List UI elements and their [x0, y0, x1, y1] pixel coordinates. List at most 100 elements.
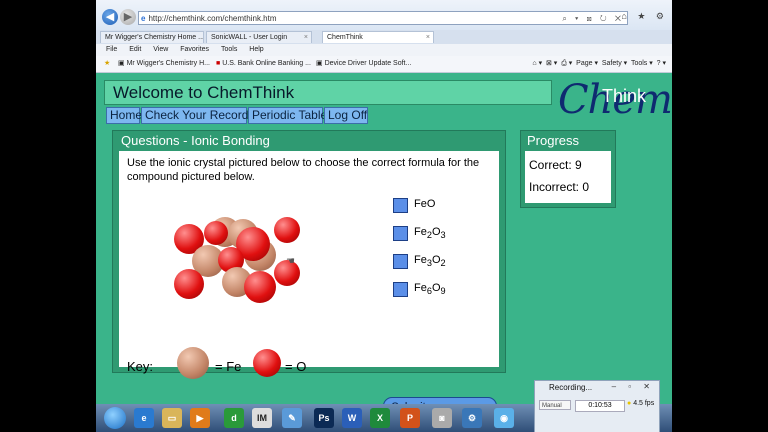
o-atom-icon [253, 349, 281, 377]
recording-title: Recording... [549, 383, 593, 392]
correct-label: Correct: [529, 158, 572, 172]
photoshop-taskbar-icon[interactable]: Ps [314, 408, 334, 428]
welcome-banner: Welcome to ChemThink [104, 80, 552, 105]
menu-file[interactable]: File [106, 46, 117, 53]
tools-menu[interactable]: Tools ▾ [631, 60, 653, 67]
favorite-label: Mr Wigger's Chemistry H... [126, 60, 210, 67]
option-label: FeO [414, 198, 435, 210]
key-o-label: = O [285, 359, 307, 374]
tab-sonicwall[interactable]: SonicWALL - User Login × [206, 31, 312, 43]
incorrect-row: Incorrect: 0 [529, 180, 589, 194]
tab-label: SonicWALL - User Login [211, 34, 288, 41]
ie-page-icon: e [141, 14, 146, 23]
folder-taskbar-icon[interactable]: ▭ [162, 408, 182, 428]
home-icon[interactable]: ⌂ ▾ [532, 60, 542, 67]
address-tools-icon[interactable]: ⌕ ▾ ⊠ ↻ ✕ [562, 12, 624, 26]
window-controls[interactable]: ⌂ ★ ⚙ [621, 11, 668, 22]
nav-home[interactable]: Home [106, 107, 142, 124]
address-bar[interactable]: e http://chemthink.com/chemthink.htm ⌕ ▾ … [138, 11, 628, 25]
o-atom [244, 271, 276, 303]
notes-taskbar-icon[interactable]: ✎ [282, 408, 302, 428]
logo-think: Think [602, 86, 647, 106]
favorite-mr-wigger[interactable]: ▣ Mr Wigger's Chemistry H... [118, 56, 210, 72]
recording-window-controls[interactable]: – ▫ ✕ [612, 382, 655, 391]
key-label: Key: [127, 359, 154, 374]
safety-menu[interactable]: Safety ▾ [602, 60, 627, 67]
option-checkbox[interactable] [393, 226, 408, 241]
forward-button[interactable]: ▶ [120, 9, 136, 25]
screen: ◀ ▶ e http://chemthink.com/chemthink.htm … [96, 0, 672, 432]
formula-sub: 2 [440, 258, 446, 269]
formula-part: O [431, 282, 441, 294]
tab-chemthink[interactable]: ChemThink × [322, 31, 434, 43]
menu-tools[interactable]: Tools [221, 46, 237, 53]
recording-time: 0:10:53 [575, 400, 625, 412]
recording-fps: ● 4.5 fps [627, 400, 654, 407]
nav-check-records[interactable]: Check Your Records [141, 107, 254, 124]
incorrect-label: Incorrect: [529, 180, 580, 194]
formula-part: Fe [414, 282, 427, 294]
formula-part: O [431, 226, 441, 238]
incorrect-count: 0 [582, 180, 590, 194]
address-text: http://chemthink.com/chemthink.htm [148, 14, 277, 23]
im-taskbar-icon[interactable]: IM [252, 408, 272, 428]
menu-favorites[interactable]: Favorites [180, 46, 209, 53]
menu-bar: File Edit View Favorites Tools Help [96, 44, 672, 56]
media-taskbar-icon[interactable]: ▶ [190, 408, 210, 428]
hand-cursor-icon: ☚ [286, 256, 295, 267]
excel-taskbar-icon[interactable]: X [370, 408, 390, 428]
tab-label: Mr Wigger's Chemistry Home ... [105, 34, 204, 41]
print-icon[interactable]: ⎙ ▾ [561, 60, 572, 67]
close-icon[interactable]: × [304, 32, 308, 43]
option-checkbox[interactable] [393, 282, 408, 297]
recording-mode-select[interactable]: Manual [539, 400, 571, 410]
option-checkbox[interactable] [393, 198, 408, 213]
question-heading: Questions - Ionic Bonding [121, 133, 270, 148]
ionic-crystal-image [174, 217, 300, 309]
favorite-label: U.S. Bank Online Banking ... [222, 60, 311, 67]
option-label: Fe3O2 [414, 254, 446, 268]
question-text: Use the ionic crystal pictured below to … [127, 157, 480, 183]
recorder-taskbar-icon[interactable]: ◉ [494, 408, 514, 428]
menu-edit[interactable]: Edit [129, 46, 141, 53]
key-fe-label: = Fe [215, 359, 242, 374]
formula-text: FeO [414, 198, 436, 210]
o-atom [174, 269, 204, 299]
favorites-star-icon[interactable]: ★ [104, 56, 110, 72]
nav-log-off[interactable]: Log Off [324, 107, 368, 124]
shield-icon: ■ [216, 60, 221, 67]
page-menu[interactable]: Page ▾ [576, 60, 598, 67]
camera-taskbar-icon[interactable]: ◙ [432, 408, 452, 428]
recording-window: Recording... – ▫ ✕ Manual 0:10:53 ● 4.5 … [534, 380, 660, 432]
formula-sub: 3 [440, 230, 446, 241]
fe-atom-icon [177, 347, 209, 379]
menu-help[interactable]: Help [249, 46, 263, 53]
favorites-bar: ★ ▣ Mr Wigger's Chemistry H... ■ U.S. Ba… [96, 56, 672, 73]
close-icon[interactable]: × [426, 32, 430, 43]
back-button[interactable]: ◀ [102, 9, 118, 25]
browser-titlebar: ◀ ▶ e http://chemthink.com/chemthink.htm … [96, 0, 672, 31]
formula-part: Fe [414, 226, 427, 238]
o-atom [274, 217, 300, 243]
favorite-label: Device Driver Update Soft... [324, 60, 412, 67]
feeds-icon[interactable]: ⊠ ▾ [546, 60, 557, 67]
favorite-us-bank[interactable]: ■ U.S. Bank Online Banking ... [216, 56, 311, 72]
ie-taskbar-icon[interactable]: e [134, 408, 154, 428]
powerpoint-taskbar-icon[interactable]: P [400, 408, 420, 428]
tab-mr-wigger[interactable]: Mr Wigger's Chemistry Home ... [100, 31, 204, 43]
progress-heading: Progress [527, 133, 580, 148]
favorite-device-driver[interactable]: ▣ Device Driver Update Soft... [316, 56, 411, 72]
fps-value: 4.5 fps [633, 400, 655, 407]
option-label: Fe6O9 [414, 282, 446, 296]
option-label: Fe2O3 [414, 226, 446, 240]
menu-view[interactable]: View [153, 46, 168, 53]
progress-panel: Progress Correct: 9 Incorrect: 0 [520, 130, 616, 208]
start-button[interactable] [104, 407, 126, 429]
word-taskbar-icon[interactable]: W [342, 408, 362, 428]
fps-icon: ● [627, 400, 632, 407]
option-checkbox[interactable] [393, 254, 408, 269]
app-taskbar-icon[interactable]: d [224, 408, 244, 428]
tools-taskbar-icon[interactable]: ⚙ [462, 408, 482, 428]
help-icon[interactable]: ? ▾ [657, 60, 666, 67]
nav-periodic-table[interactable]: Periodic Table [248, 107, 327, 124]
